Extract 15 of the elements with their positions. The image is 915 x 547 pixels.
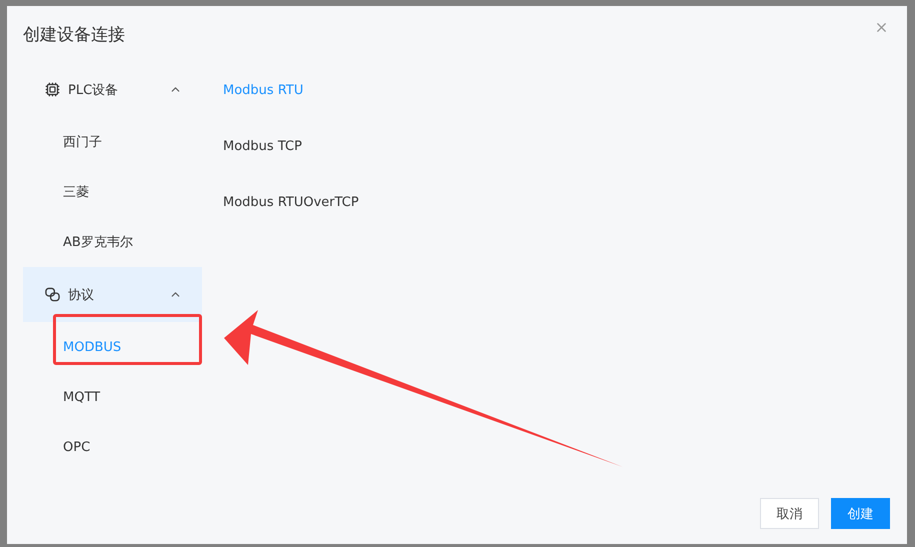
sidebar-item[interactable]: MQTT [63,390,100,404]
link-icon [45,287,60,302]
connection-option[interactable]: Modbus RTUOverTCP [223,194,359,210]
dialog-title: 创建设备连接 [23,24,125,46]
cancel-button[interactable]: 取消 [760,498,819,529]
sidebar-group[interactable]: PLC设备 [23,62,202,117]
group-label: PLC设备 [68,82,120,98]
sidebar-item[interactable]: OPC [63,440,90,454]
sidebar-item[interactable]: AB罗克韦尔 [63,233,133,251]
connection-option[interactable]: Modbus TCP [223,138,302,154]
group-label: 协议 [68,286,95,304]
sidebar-item[interactable]: 西门子 [63,133,102,151]
sidebar-group[interactable]: 协议 [23,267,202,322]
sidebar-item[interactable]: 三菱 [63,183,89,201]
chip-icon [45,82,60,97]
